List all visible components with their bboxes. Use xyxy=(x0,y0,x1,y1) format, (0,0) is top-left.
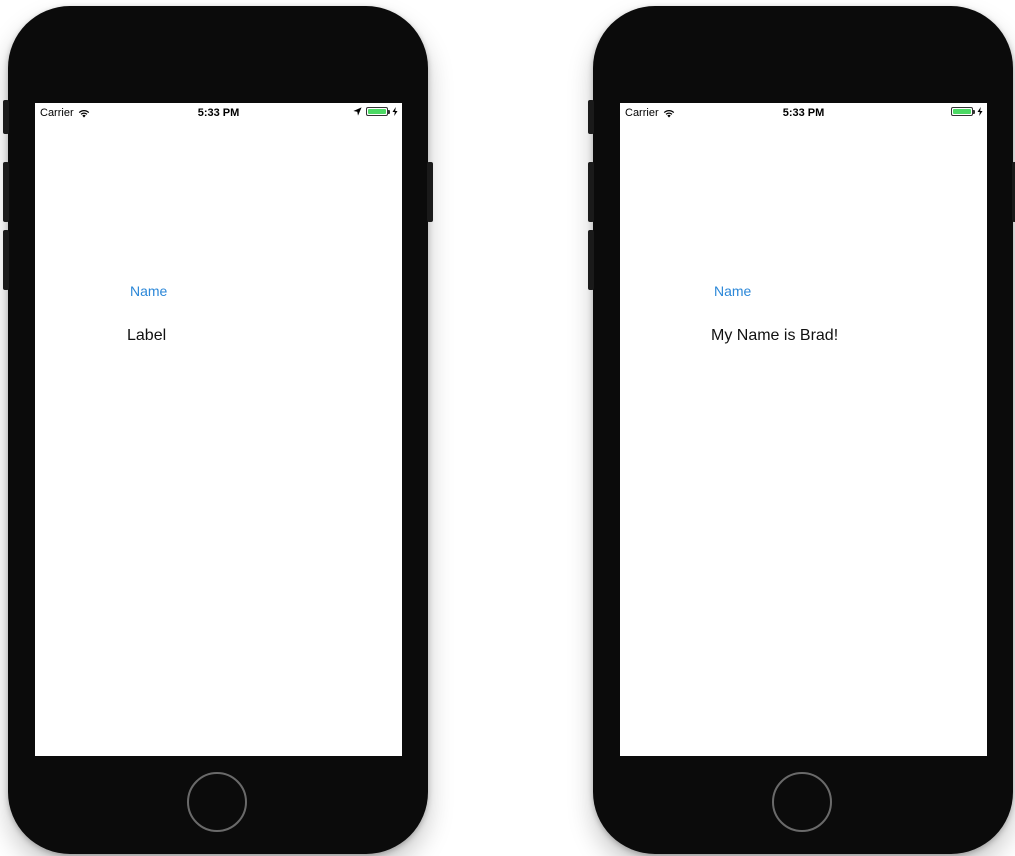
status-right-group xyxy=(353,107,398,116)
screen: Carrier 5:33 PM xyxy=(35,103,402,756)
mute-switch xyxy=(588,100,594,134)
location-icon xyxy=(353,107,362,116)
battery-fill xyxy=(368,109,386,114)
home-button[interactable] xyxy=(772,772,832,832)
charging-icon xyxy=(392,107,398,116)
phone-before: Carrier 5:33 PM Name Label xyxy=(3,6,433,854)
volume-down-button xyxy=(3,230,9,290)
volume-up-button xyxy=(3,162,9,222)
battery-nub xyxy=(388,110,390,114)
phone-after: Carrier 5:33 PM Name My Name is Brad! xyxy=(588,6,1015,854)
battery-nub xyxy=(973,110,975,114)
status-right-group xyxy=(951,107,983,116)
mute-switch xyxy=(3,100,9,134)
output-label: Label xyxy=(127,327,167,344)
output-label: My Name is Brad! xyxy=(711,327,839,344)
home-button[interactable] xyxy=(187,772,247,832)
battery-fill xyxy=(953,109,971,114)
canvas: Carrier 5:33 PM Name Label Carrier 5:33 … xyxy=(0,0,1015,856)
power-button xyxy=(427,162,433,222)
status-time: 5:33 PM xyxy=(782,107,825,119)
status-bar: Carrier 5:33 PM xyxy=(620,103,987,123)
battery-icon xyxy=(366,107,390,116)
volume-down-button xyxy=(588,230,594,290)
status-bar: Carrier 5:33 PM xyxy=(35,103,402,123)
battery-icon xyxy=(951,107,975,116)
name-button[interactable]: Name xyxy=(130,283,167,299)
screen: Carrier 5:33 PM xyxy=(620,103,987,756)
volume-up-button xyxy=(588,162,594,222)
status-time: 5:33 PM xyxy=(197,107,240,119)
charging-icon xyxy=(977,107,983,116)
name-button[interactable]: Name xyxy=(714,283,751,299)
